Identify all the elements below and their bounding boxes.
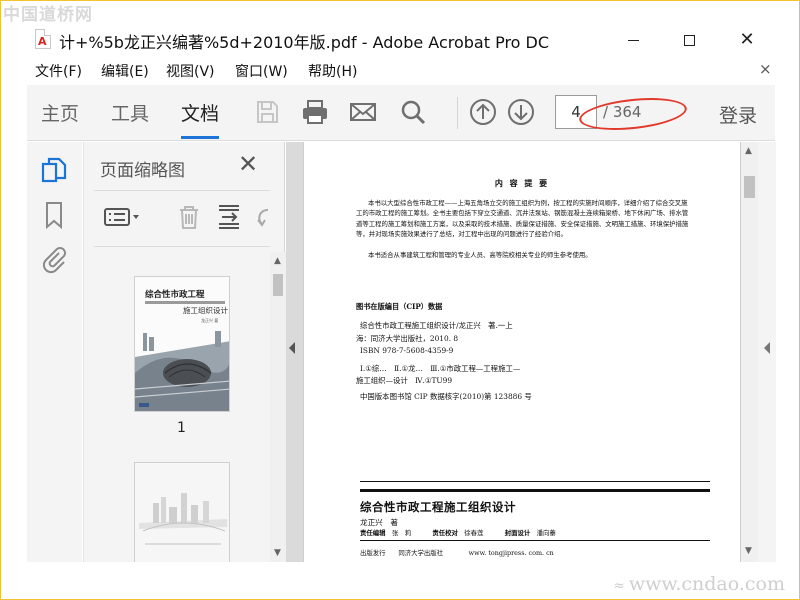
- cip-line: ISBN 978-7-5608-4359-9: [360, 346, 454, 355]
- maximize-button[interactable]: [669, 27, 709, 53]
- scrollbar-thumb[interactable]: [273, 274, 283, 296]
- divider: [360, 481, 710, 482]
- pdf-file-icon: A: [35, 29, 51, 49]
- toolbar: 主页 工具 文档 4 / 364 登录: [27, 85, 775, 141]
- page-up-icon[interactable]: [469, 98, 497, 126]
- page-thumbnails-icon[interactable]: [39, 156, 69, 186]
- thumbnail-scrollbar[interactable]: ▲ ▼: [270, 252, 286, 562]
- divider: [94, 246, 270, 247]
- scrollbar-thumb[interactable]: [744, 176, 755, 198]
- book-publisher: 出版发行 同济大学出版社 www. tongjipress. com. cn: [360, 549, 554, 557]
- cip-line: 施工组织—设计 Ⅳ.①TU99: [356, 376, 453, 385]
- navigation-rail: [27, 142, 82, 562]
- toolbar-separator: [457, 97, 458, 129]
- page-heading: 内 容 提 要: [494, 178, 550, 188]
- save-icon[interactable]: [253, 98, 281, 126]
- attachment-icon[interactable]: [39, 244, 69, 274]
- divider: [94, 190, 270, 191]
- cip-line: 综合性市政工程施工组织设计/龙正兴 著.一上: [360, 321, 513, 330]
- watermark-logo-bottom: ≈ www.cndao.com: [613, 573, 785, 595]
- close-window-button[interactable]: ✕: [727, 27, 767, 53]
- divider: [360, 489, 710, 492]
- print-icon[interactable]: [301, 98, 329, 126]
- cover-title: 综合性市政工程: [145, 289, 205, 300]
- summary-paragraph-2: 本书适合从事建筑工程和管理的专业人员、高等院校相关专业的师生参考使用。: [368, 251, 592, 259]
- tab-home[interactable]: 主页: [41, 99, 79, 126]
- rotate-icon[interactable]: [254, 202, 270, 232]
- right-pane-rail: [758, 142, 776, 562]
- thumbnail-list: 综合性市政工程 施工组织设计 龙正兴 著 1: [84, 252, 270, 562]
- menu-view[interactable]: 视图(V): [166, 61, 215, 81]
- scroll-up-arrow[interactable]: ▲: [745, 146, 752, 156]
- cover-subtitle: 施工组织设计: [183, 305, 228, 315]
- thumbnail-page-2[interactable]: [134, 462, 230, 562]
- menu-window[interactable]: 窗口(W): [235, 61, 288, 81]
- menu-bar: 文件(F) 编辑(E) 视图(V) 窗口(W) 帮助(H) ×: [1, 59, 799, 83]
- thumbnail-page-label: 1: [177, 420, 186, 436]
- scroll-down-arrow[interactable]: ▼: [745, 546, 752, 556]
- scroll-up-arrow[interactable]: ▲: [274, 256, 281, 266]
- close-document-button[interactable]: ×: [759, 60, 772, 78]
- cip-line: 中国版本图书馆 CIP 数据核字(2010)第 123886 号: [360, 392, 532, 401]
- page-2-image: [135, 463, 229, 562]
- bookmark-icon[interactable]: [39, 200, 69, 230]
- book-title: 综合性市政工程施工组织设计: [360, 500, 516, 514]
- title-bar: A 计+%5b龙正兴编著%5d+2010年版.pdf - Adobe Acrob…: [1, 23, 799, 57]
- panel-title: 页面缩略图: [100, 161, 185, 181]
- cip-heading: 图书在版编目（CIP）数据: [356, 302, 443, 311]
- divider: [360, 540, 710, 541]
- scroll-down-arrow[interactable]: ▼: [274, 548, 281, 558]
- summary-paragraph-1: 本书以大型综合性市政工程——上海五角场立交的施工组织为例，按工程的实施时间顺序，…: [356, 199, 689, 239]
- close-panel-button[interactable]: ✕: [238, 150, 258, 178]
- book-editors: 责任编辑 张 莉 责任校对 徐春莲 封面设计 潘向蓁: [360, 529, 556, 537]
- menu-help[interactable]: 帮助(H): [308, 61, 357, 81]
- watermark-logo-top: 中国道桥网: [3, 5, 93, 25]
- cip-line: 海：同济大学出版社，2010. 8: [356, 334, 459, 343]
- tab-tools[interactable]: 工具: [111, 99, 149, 126]
- expand-right-panel-arrow[interactable]: [764, 342, 770, 354]
- thumbnail-page-1[interactable]: 综合性市政工程 施工组织设计 龙正兴 著: [134, 276, 230, 412]
- login-button[interactable]: 登录: [719, 101, 757, 128]
- cip-line: Ⅰ.①综… Ⅱ.①龙… Ⅲ.①市政工程—工程施工—: [360, 364, 521, 373]
- window-title: 计+%5b龙正兴编著%5d+2010年版.pdf - Adobe Acrobat…: [59, 33, 550, 52]
- delete-icon[interactable]: [174, 202, 204, 232]
- document-page: 内 容 提 要 本书以大型综合性市政工程——上海五角场立交的施工组织为例，按工程…: [303, 142, 741, 562]
- page-down-icon[interactable]: [507, 98, 535, 126]
- options-menu-icon[interactable]: [102, 202, 142, 232]
- email-icon[interactable]: [349, 98, 377, 126]
- book-author: 龙正兴 著: [360, 518, 398, 527]
- menu-edit[interactable]: 编辑(E): [101, 61, 149, 81]
- document-scrollbar[interactable]: ▲ ▼: [741, 142, 758, 562]
- book-cover-image: 综合性市政工程 施工组织设计 龙正兴 著: [135, 277, 229, 411]
- insert-page-icon[interactable]: [214, 202, 244, 232]
- minimize-button[interactable]: [613, 27, 653, 53]
- search-icon[interactable]: [399, 98, 427, 126]
- cover-author: 龙正兴 著: [201, 317, 218, 323]
- tab-document[interactable]: 文档: [181, 99, 220, 139]
- collapse-left-panel-arrow[interactable]: [289, 342, 295, 354]
- document-view: 内 容 提 要 本书以大型综合性市政工程——上海五角场立交的施工组织为例，按工程…: [286, 142, 776, 562]
- menu-file[interactable]: 文件(F): [35, 61, 82, 81]
- page-thumbnails-panel: 页面缩略图 ✕ 综合性市政工程 施工组织设计 龙正兴 著 1 ▲ ▼: [83, 142, 286, 562]
- app-window: 中国道桥网 ≈ www.cndao.com A 计+%5b龙正兴编著%5d+201…: [0, 0, 800, 600]
